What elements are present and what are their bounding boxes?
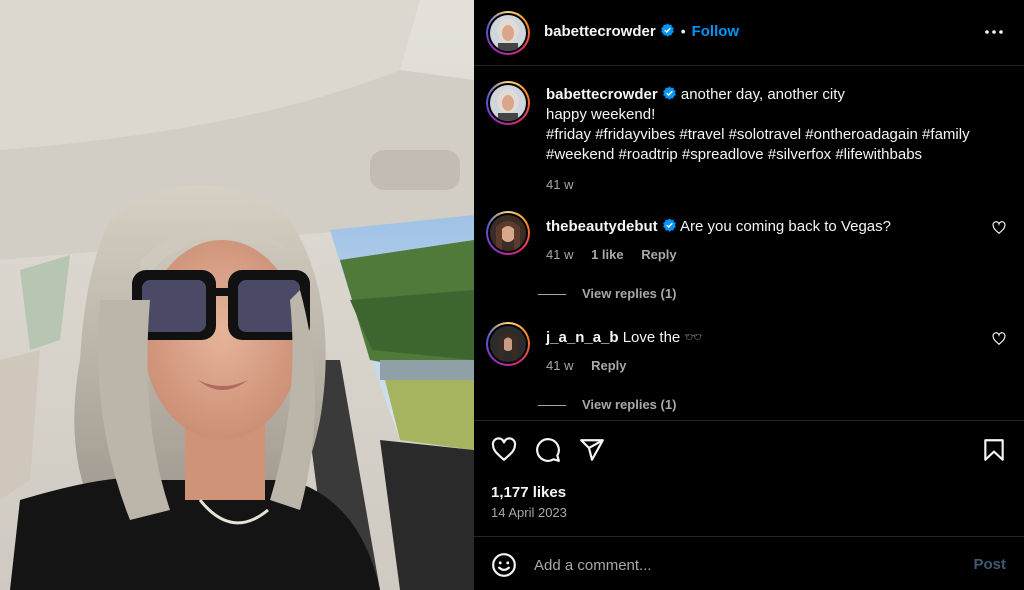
caption-hashtags-2[interactable]: #weekend #roadtrip #spreadlove #silverfo… (546, 145, 976, 165)
follow-button[interactable]: Follow (692, 23, 740, 40)
post-photo-illustration (0, 0, 474, 590)
caption-age: 41 w (546, 177, 574, 192)
owner-avatar-image (490, 15, 526, 51)
caption-line-1: another day, another city (680, 86, 845, 103)
add-comment-bar: Post (474, 536, 1024, 590)
separator-dot: • (680, 23, 686, 39)
verified-badge-icon (660, 23, 674, 37)
comment-input[interactable] (534, 553, 954, 577)
owner-avatar[interactable] (486, 11, 530, 55)
view-replies-label: View replies (1) (582, 397, 677, 412)
emoji-icon[interactable] (491, 552, 517, 578)
comment-username[interactable]: thebeautydebut (546, 218, 658, 235)
comment-icon[interactable] (535, 437, 561, 463)
owner-line: babettecrowder • Follow (544, 23, 739, 41)
bookmark-icon[interactable] (981, 437, 1007, 463)
comment-body: thebeautydebut Are you coming back to Ve… (546, 217, 976, 265)
caption-body: babettecrowder another day, another city… (546, 85, 976, 195)
post-date: 14 April 2023 (491, 505, 567, 520)
comment-avatar[interactable] (486, 322, 530, 366)
comment-body: j_a_n_a_b Love the 🕶️ 41 w Reply (546, 328, 976, 376)
post-photo[interactable] (0, 0, 474, 590)
view-replies-button[interactable]: View replies (1) (538, 286, 676, 301)
comment-age: 41 w (546, 358, 574, 373)
comment-avatar[interactable] (486, 211, 530, 255)
caption-line-2: happy weekend! (546, 106, 656, 123)
caption-avatar-image (490, 85, 526, 121)
caption: babettecrowder another day, another city… (486, 81, 1006, 201)
reply-button[interactable]: Reply (641, 247, 676, 262)
view-replies-label: View replies (1) (582, 286, 677, 301)
comment-meta: 41 w Reply (546, 356, 976, 376)
caption-avatar[interactable] (486, 81, 530, 125)
comment-text: Love the 🕶️ (622, 329, 704, 346)
comment-meta: 41 w 1 like Reply (546, 245, 976, 265)
comment-avatar-image (490, 326, 526, 362)
caption-hashtags-1[interactable]: #friday #fridayvibes #travel #solotravel… (546, 125, 976, 145)
share-icon[interactable] (579, 437, 605, 463)
owner-username[interactable]: babettecrowder (544, 23, 656, 40)
view-replies-button[interactable]: View replies (1) (538, 397, 676, 412)
verified-badge-icon (662, 218, 676, 232)
action-bar: 1,177 likes 14 April 2023 (474, 420, 1024, 536)
replies-divider (538, 294, 566, 296)
comment-username[interactable]: j_a_n_a_b (546, 329, 619, 346)
replies-divider (538, 405, 566, 407)
likes-count[interactable]: 1,177 likes (491, 484, 566, 501)
small-heart-icon[interactable] (992, 332, 1006, 346)
comments-list[interactable]: babettecrowder another day, another city… (474, 67, 1024, 420)
more-options-icon[interactable] (982, 20, 1006, 44)
comment-age: 41 w (546, 247, 574, 262)
comment-text: Are you coming back to Vegas? (680, 218, 891, 235)
post-detail-pane: babettecrowder • Follow babettecrowder a… (474, 0, 1024, 590)
caption-meta: 41 w (546, 175, 976, 195)
heart-icon[interactable] (491, 437, 517, 463)
post-header: babettecrowder • Follow (474, 0, 1024, 66)
comment-avatar-image (490, 215, 526, 251)
reply-button[interactable]: Reply (591, 358, 626, 373)
post-comment-button[interactable]: Post (973, 556, 1006, 573)
caption-username[interactable]: babettecrowder (546, 86, 658, 103)
small-heart-icon[interactable] (992, 221, 1006, 235)
comment-like-count[interactable]: 1 like (591, 247, 624, 262)
verified-badge-icon (662, 86, 676, 100)
